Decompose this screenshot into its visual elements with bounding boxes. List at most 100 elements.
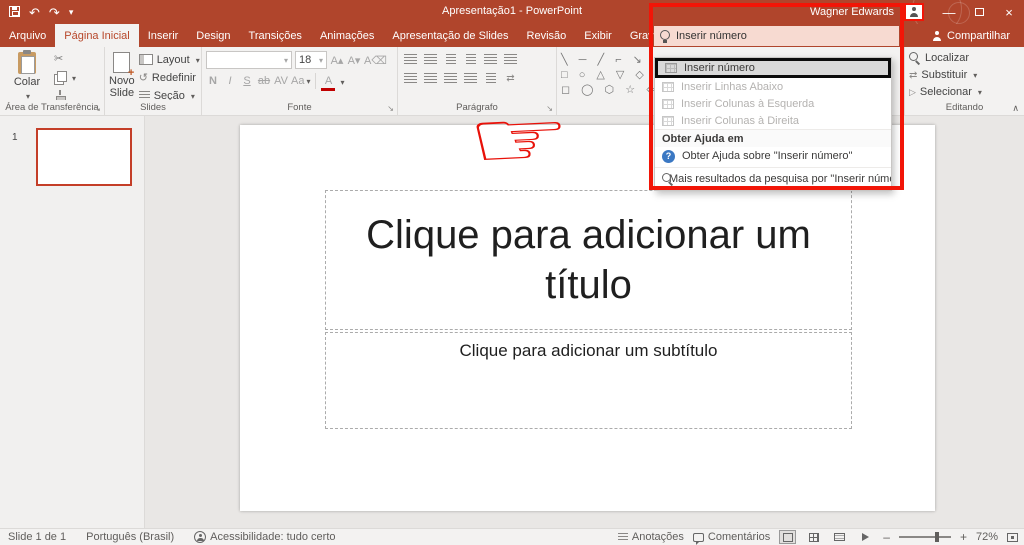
decrease-indent-button[interactable] xyxy=(442,51,459,67)
reading-view-button[interactable] xyxy=(831,530,848,544)
paste-dropdown-arrow-icon[interactable] xyxy=(24,90,30,100)
slide-thumbnail[interactable] xyxy=(36,128,132,186)
tab-transicoes[interactable]: Transições xyxy=(240,24,311,47)
lightbulb-icon xyxy=(660,30,670,43)
select-button[interactable]: ▷Selecionar xyxy=(909,84,982,100)
paste-button[interactable]: Colar xyxy=(4,50,50,100)
strikethrough-button[interactable]: ab xyxy=(257,73,271,89)
slideshow-button[interactable] xyxy=(857,530,874,544)
smartart-button[interactable]: ⇄ xyxy=(502,70,519,86)
slide-thumbnail-number: 1 xyxy=(12,132,18,143)
font-size-combo[interactable]: 18▾ xyxy=(295,51,327,69)
align-right-button[interactable] xyxy=(442,70,459,86)
fit-to-window-icon[interactable] xyxy=(1007,533,1018,542)
comments-button[interactable]: Comentários xyxy=(693,531,770,543)
justify-button[interactable] xyxy=(462,70,479,86)
search-result-selected[interactable]: Inserir número xyxy=(655,58,891,78)
line-spacing-button[interactable] xyxy=(482,51,499,67)
avatar[interactable] xyxy=(904,3,924,21)
bullets-button[interactable] xyxy=(402,51,419,67)
columns-button[interactable] xyxy=(482,70,499,86)
align-center-button[interactable] xyxy=(422,70,439,86)
zoom-slider[interactable] xyxy=(899,536,951,538)
case-dropdown-arrow-icon xyxy=(304,75,310,87)
redo-button[interactable]: ↷ xyxy=(49,6,60,19)
tab-design[interactable]: Design xyxy=(187,24,239,47)
slide-canvas: Clique para adicionar um título Clique p… xyxy=(146,116,1024,528)
underline-button[interactable]: S xyxy=(240,73,254,89)
paragraph-dialog-launcher-icon[interactable]: ↘ xyxy=(546,105,553,113)
tab-revisao[interactable]: Revisão xyxy=(518,24,576,47)
increase-indent-button[interactable] xyxy=(462,51,479,67)
slide-sorter-view-button[interactable] xyxy=(805,530,822,544)
group-slides: Novo Slide Layout ↺Redefinir Seção Slide… xyxy=(105,47,202,115)
accessibility-status[interactable]: Acessibilidade: tudo certo xyxy=(194,531,335,543)
slide-counter[interactable]: Slide 1 de 1 xyxy=(8,531,66,543)
tab-inserir[interactable]: Inserir xyxy=(139,24,188,47)
font-color-button[interactable]: A xyxy=(321,73,335,89)
close-button[interactable]: × xyxy=(994,0,1024,24)
new-slide-button[interactable]: Novo Slide xyxy=(109,50,135,100)
reset-button[interactable]: ↺Redefinir xyxy=(139,70,200,85)
subtitle-placeholder[interactable]: Clique para adicionar um subtítulo xyxy=(325,332,852,429)
account-name[interactable]: Wagner Edwards xyxy=(810,6,894,18)
replace-dropdown-arrow-icon xyxy=(971,69,977,81)
cut-button[interactable]: ✂ xyxy=(54,52,76,67)
insert-columns-right-icon xyxy=(662,116,674,126)
format-painter-icon xyxy=(54,90,66,101)
numbering-button[interactable] xyxy=(422,51,439,67)
share-button[interactable]: Compartilhar xyxy=(918,24,1024,47)
select-icon: ▷ xyxy=(909,87,916,98)
new-slide-icon xyxy=(113,52,130,73)
copy-button[interactable] xyxy=(54,70,76,85)
tab-pagina-inicial[interactable]: Página Inicial xyxy=(55,24,138,47)
shape-lines-row: ╲ ─ ╱ ⌐ ↘ xyxy=(561,53,659,66)
search-result-item[interactable]: Inserir Colunas à Esquerda xyxy=(655,95,891,112)
text-direction-button[interactable] xyxy=(502,51,519,67)
zoom-out-button[interactable]: – xyxy=(883,530,890,544)
get-help-item[interactable]: ? Obter Ajuda sobre "Inserir número" xyxy=(655,147,891,165)
tab-apresentacao-de-slides[interactable]: Apresentação de Slides xyxy=(383,24,517,47)
font-color-dropdown-arrow-icon[interactable] xyxy=(338,72,344,90)
notes-button[interactable]: Anotações xyxy=(618,531,684,543)
more-results-item[interactable]: Mais resultados da pesquisa por "Inserir… xyxy=(655,170,891,188)
italic-button[interactable]: I xyxy=(223,73,237,89)
maximize-button[interactable] xyxy=(964,0,994,24)
language-indicator[interactable]: Português (Brasil) xyxy=(86,531,174,543)
increase-font-button[interactable]: A▴ xyxy=(330,52,344,68)
search-input[interactable]: Inserir número xyxy=(654,26,899,46)
search-result-item[interactable]: Inserir Linhas Abaixo xyxy=(655,78,891,95)
normal-view-button[interactable] xyxy=(779,530,796,544)
format-painter-button[interactable] xyxy=(54,88,76,100)
change-case-button[interactable]: Aa xyxy=(291,73,310,89)
minimize-button[interactable]: — xyxy=(934,0,964,24)
numbering-icon xyxy=(424,54,437,64)
clipboard-dialog-launcher-icon[interactable]: ↘ xyxy=(94,105,101,113)
find-button[interactable]: Localizar xyxy=(909,50,969,66)
align-left-button[interactable] xyxy=(402,70,419,86)
zoom-in-button[interactable]: + xyxy=(960,530,967,544)
section-button[interactable]: Seção xyxy=(139,88,200,100)
collapse-ribbon-button[interactable]: ∧ xyxy=(1012,103,1019,114)
font-dialog-launcher-icon[interactable]: ↘ xyxy=(387,105,394,113)
undo-button[interactable]: ↶ xyxy=(29,6,40,19)
font-name-combo[interactable]: ▾ xyxy=(206,51,292,69)
replace-button[interactable]: ⇄Substituir xyxy=(909,67,977,83)
zoom-slider-thumb[interactable] xyxy=(935,532,939,542)
search-result-item[interactable]: Inserir Colunas à Direita xyxy=(655,112,891,129)
title-placeholder[interactable]: Clique para adicionar um título xyxy=(325,190,852,330)
customize-qat-button[interactable]: ▾ xyxy=(69,8,74,17)
shapes-gallery[interactable]: ╲ ─ ╱ ⌐ ↘ □ ○ △ ▽ ◇ ◻ ◯ ⬡ ☆ ⇦ xyxy=(561,50,659,96)
decrease-font-button[interactable]: A▾ xyxy=(347,52,361,68)
layout-button[interactable]: Layout xyxy=(139,52,200,67)
reading-view-icon xyxy=(834,533,845,541)
zoom-level[interactable]: 72% xyxy=(976,531,998,543)
tab-exibir[interactable]: Exibir xyxy=(575,24,621,47)
bullets-icon xyxy=(404,54,417,64)
character-spacing-button[interactable]: AV xyxy=(274,73,288,89)
clear-format-button[interactable]: A⌫ xyxy=(364,52,387,68)
tab-arquivo[interactable]: Arquivo xyxy=(0,24,55,47)
tab-animacoes[interactable]: Animações xyxy=(311,24,383,47)
save-button[interactable] xyxy=(9,6,20,19)
bold-button[interactable]: N xyxy=(206,73,220,89)
